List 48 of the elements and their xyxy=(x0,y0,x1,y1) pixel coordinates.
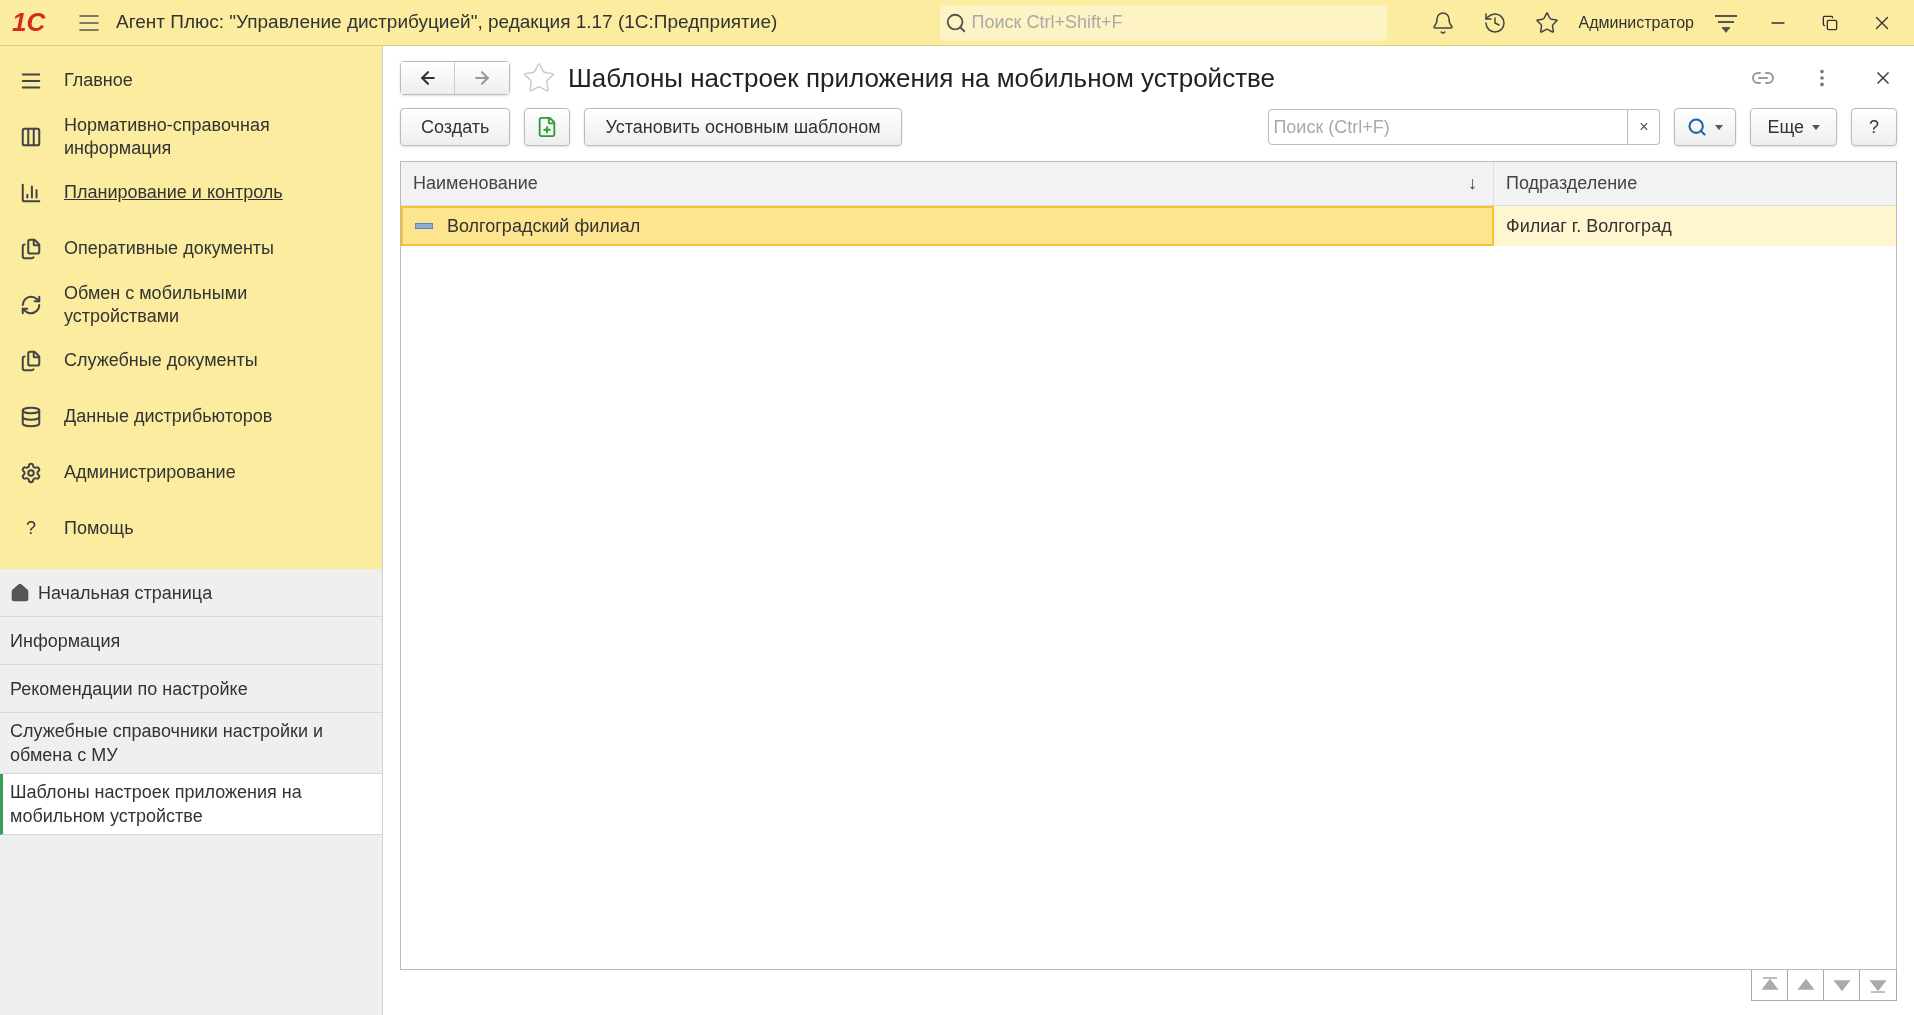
sync-icon xyxy=(20,293,42,316)
back-button[interactable] xyxy=(401,62,455,94)
open-page-tab[interactable]: Начальная страница xyxy=(0,569,382,617)
documents-icon xyxy=(20,349,42,372)
section-link[interactable]: Данные дистрибьюторов xyxy=(64,405,273,428)
sort-arrow-icon: ↓ xyxy=(1468,170,1481,197)
search-field[interactable]: Поиск (Ctrl+F) xyxy=(1268,109,1629,145)
more-button[interactable]: Еще xyxy=(1750,108,1837,146)
section-link[interactable]: Нормативно-справочная информация xyxy=(64,113,324,160)
search-icon xyxy=(1687,117,1708,137)
search-icon xyxy=(944,11,967,34)
table-cell-text: Филиаг г. Волгоград xyxy=(1505,214,1673,238)
bar-chart-icon xyxy=(20,181,42,204)
window-title: Агент Плюс: "Управление дистрибуцией", редакция 1.17 (1С:Предприятие) xyxy=(116,10,778,35)
columns-icon xyxy=(20,125,42,148)
create-button[interactable]: Создать xyxy=(400,108,511,146)
search-button[interactable] xyxy=(1674,108,1737,146)
section-link[interactable]: Обмен с мобильными устройствами xyxy=(64,281,324,328)
section-link[interactable]: Помощь xyxy=(64,517,134,540)
form-title: Шаблоны настроек приложения на мобильном устройстве xyxy=(568,61,1275,95)
section-link[interactable]: Администрирование xyxy=(64,461,236,484)
column-header[interactable]: Подразделение xyxy=(1494,162,1896,205)
copy-button[interactable] xyxy=(524,108,571,146)
user-name[interactable]: Администратор xyxy=(1578,10,1694,35)
set-default-button[interactable]: Установить основным шаблоном xyxy=(584,108,902,146)
caret-icon xyxy=(1812,124,1820,130)
section-link[interactable]: Оперативные документы xyxy=(64,237,275,260)
section-link[interactable]: Служебные документы xyxy=(64,349,258,372)
documents-icon xyxy=(20,237,42,260)
favorite-star-icon[interactable] xyxy=(522,61,556,95)
item-icon xyxy=(415,223,433,229)
column-header[interactable]: Наименование ↓ xyxy=(401,162,1494,205)
table-cell: Волгоградский филиал xyxy=(401,206,1494,246)
app-logo: 1С xyxy=(12,6,47,39)
caret-icon xyxy=(1715,124,1724,130)
settings-icon xyxy=(20,461,42,484)
help-icon: ? xyxy=(26,515,36,542)
help-button[interactable]: ? xyxy=(1851,108,1897,146)
global-search-field[interactable]: Поиск Ctrl+Shift+F xyxy=(939,4,1387,41)
open-page-tab[interactable]: Шаблоны настроек приложения на мобильном устройстве xyxy=(0,774,382,835)
open-page-tab[interactable]: Информация xyxy=(0,617,382,665)
home-icon xyxy=(10,582,30,603)
open-page-tab[interactable]: Рекомендации по настройке xyxy=(0,665,382,713)
section-link[interactable]: Главное xyxy=(64,69,133,92)
section-link[interactable]: Планирование и контроль xyxy=(64,181,283,204)
database-icon xyxy=(20,405,42,428)
clear-button[interactable]: × xyxy=(1628,109,1661,145)
table-row[interactable]: Волгоградский филиал Филиаг г. Волгоград xyxy=(401,206,1896,246)
